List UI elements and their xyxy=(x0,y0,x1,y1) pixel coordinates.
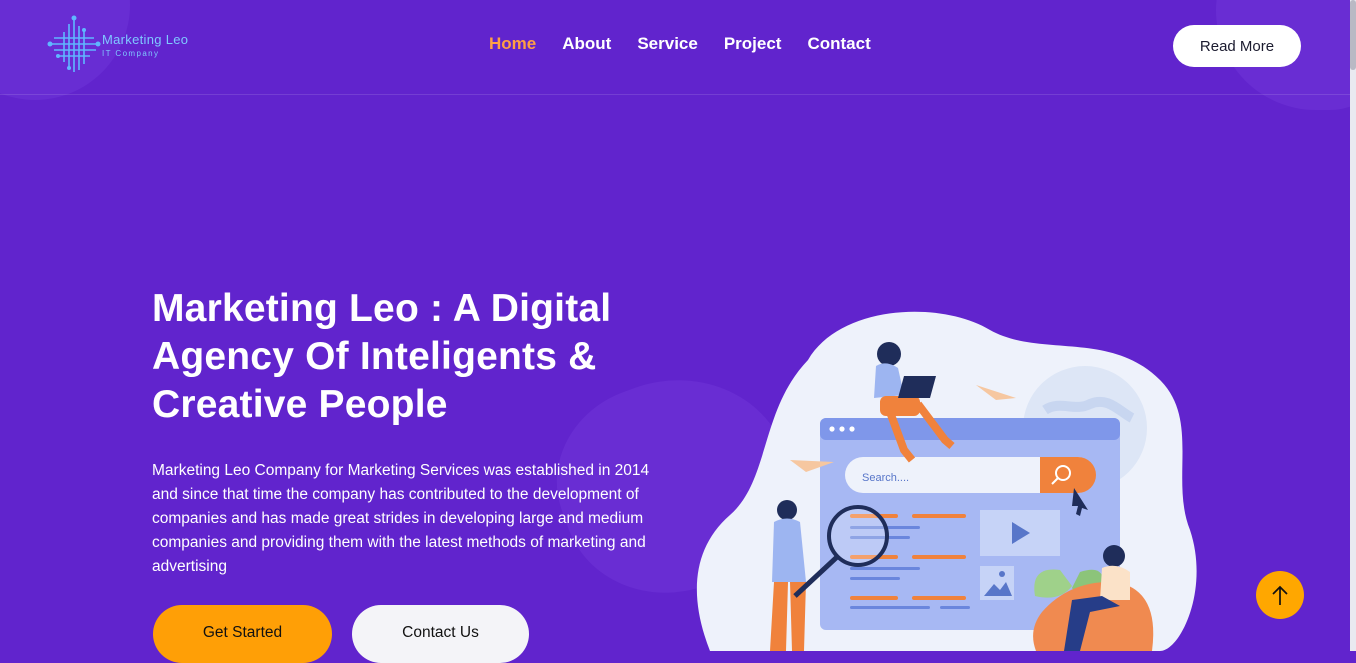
nav-item-service[interactable]: Service xyxy=(637,34,698,54)
laptop-icon xyxy=(898,376,936,398)
hero-description: Marketing Leo Company for Marketing Serv… xyxy=(152,462,650,575)
logo[interactable]: Marketing Leo IT Company xyxy=(46,14,206,78)
nav-item-about[interactable]: About xyxy=(562,34,611,54)
magnifier-icon xyxy=(827,505,889,567)
brand-tagline: IT Company xyxy=(102,49,160,58)
hero-section: Marketing Leo : A Digital Agency Of Inte… xyxy=(152,285,672,579)
hero-title: Marketing Leo : A Digital Agency Of Inte… xyxy=(152,285,672,429)
scrollbar-thumb[interactable] xyxy=(1350,0,1356,70)
scrollbar[interactable] xyxy=(1350,0,1356,651)
nav-item-contact[interactable]: Contact xyxy=(807,34,870,54)
brand-name: Marketing Leo xyxy=(102,32,189,47)
scroll-to-top-button[interactable] xyxy=(1256,571,1304,619)
hero-title-line: Creative People xyxy=(152,383,448,426)
search-placeholder: Search.... xyxy=(862,472,909,484)
site-header: Marketing Leo IT Company Home About Serv… xyxy=(0,0,1350,95)
get-started-label: Get Started xyxy=(202,623,283,641)
hero-title-line: Marketing Leo : A Digital xyxy=(152,287,612,330)
main-nav: Home About Service Project Contact xyxy=(489,34,871,54)
arrow-up-icon xyxy=(1272,585,1288,605)
nav-item-project[interactable]: Project xyxy=(724,34,782,54)
hero-illustration: Search.... xyxy=(690,300,1210,651)
nav-item-home[interactable]: Home xyxy=(489,34,536,54)
contact-us-label: Contact Us xyxy=(402,624,479,641)
contact-us-button[interactable]: Contact Us xyxy=(352,605,529,663)
hero-title-line: Agency Of Inteligents & xyxy=(152,335,597,378)
read-more-button[interactable]: Read More xyxy=(1173,25,1301,67)
circuit-logo-icon xyxy=(47,15,101,72)
search-icon xyxy=(1040,457,1096,493)
get-started-button[interactable]: Get Started xyxy=(153,605,332,663)
